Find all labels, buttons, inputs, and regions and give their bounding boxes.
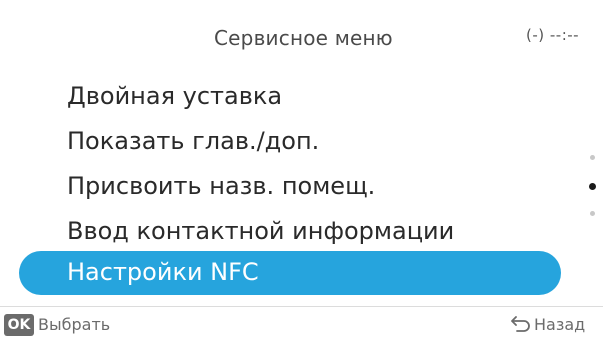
select-hint: Выбрать [38,315,111,334]
scroll-dot [590,211,595,216]
back-hint: Назад [534,315,586,334]
scroll-dot-active [589,183,596,190]
scroll-dot [590,155,595,160]
footer-divider [0,306,603,307]
ok-key-badge[interactable]: OK [4,314,34,336]
menu-item-dual-setpoint[interactable]: Двойная уставка [67,82,282,110]
service-menu-screen: Сервисное меню (-) --:-- Двойная уставка… [0,0,603,345]
menu-item-nfc-settings[interactable]: Настройки NFC [19,251,561,295]
menu-item-room-name[interactable]: Присвоить назв. помещ. [67,172,375,200]
clock-status: (-) --:-- [526,26,580,44]
menu-item-label: Настройки NFC [67,258,259,286]
menu-item-contact-info[interactable]: Ввод контактной информации [67,217,454,245]
return-arrow-icon[interactable] [511,315,531,333]
page-title: Сервисное меню [214,26,393,50]
menu-item-show-main-sub[interactable]: Показать глав./доп. [67,127,319,155]
